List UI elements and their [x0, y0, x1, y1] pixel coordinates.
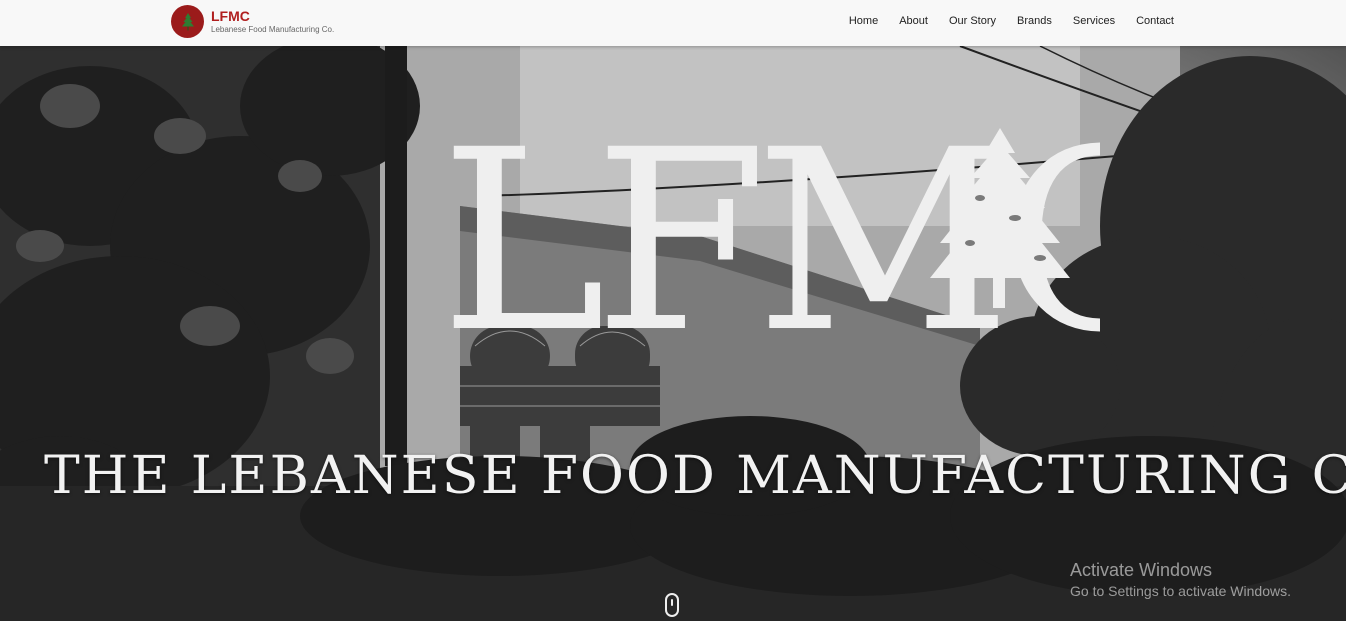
nav-our-story[interactable]: Our Story [949, 15, 996, 27]
brand-name: LFMC [211, 7, 250, 24]
nav-about[interactable]: About [899, 15, 928, 27]
windows-activation-watermark: Activate Windows Go to Settings to activ… [1070, 559, 1291, 601]
watermark-subtitle: Go to Settings to activate Windows. [1070, 583, 1291, 599]
hero-section: LFMC THE LEBANESE FOOD MANUFACTURING CO.… [0, 46, 1346, 621]
mouse-scroll-icon[interactable] [665, 593, 679, 617]
watermark-title: Activate Windows [1070, 560, 1213, 580]
nav-contact[interactable]: Contact [1136, 15, 1174, 27]
hero-title: THE LEBANESE FOOD MANUFACTURING CO. [44, 446, 1346, 506]
nav-home[interactable]: Home [849, 15, 878, 27]
brand-subtitle: Lebanese Food Manufacturing Co. [211, 24, 335, 34]
nav-services[interactable]: Services [1073, 15, 1115, 27]
scroll-wheel [671, 599, 673, 606]
navbar: LFMC Lebanese Food Manufacturing Co. Hom… [0, 0, 1346, 46]
cedar-tree-icon [171, 5, 204, 38]
brand-home-link[interactable]: LFMC Lebanese Food Manufacturing Co. [171, 5, 334, 38]
main-nav: Home About Our Story Brands Services Con… [849, 15, 1174, 27]
nav-brands[interactable]: Brands [1017, 15, 1052, 27]
lfmc-hero-logo: LFMC [440, 96, 1100, 378]
